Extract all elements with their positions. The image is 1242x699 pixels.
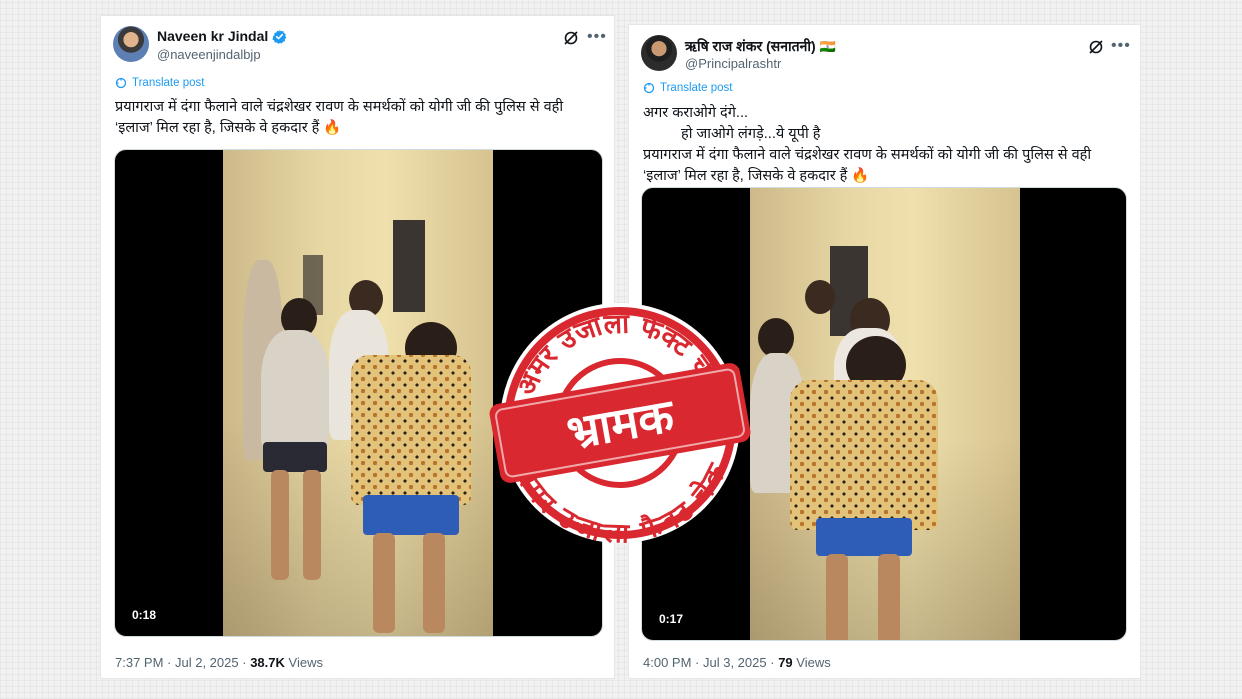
post-date[interactable]: Jul 3, 2025 <box>703 655 767 670</box>
name-row: Naveen kr Jindal <box>157 28 287 44</box>
views-label: Views <box>796 655 831 670</box>
avatar[interactable] <box>113 26 149 62</box>
post-time[interactable]: 7:37 PM <box>115 655 163 670</box>
translate-label: Translate post <box>660 82 733 94</box>
name-row: ऋषि राज शंकर (सनातनी) 🇮🇳 <box>685 37 836 56</box>
fact-check-stamp: अमर उजाला फैक्ट चेक अमर उजाला फैक्ट चेक … <box>485 298 755 548</box>
post-text-line: अगर कराओगे दंगे... <box>643 105 748 121</box>
video-duration: 0:18 <box>127 606 162 624</box>
translate-post-link[interactable]: Translate post <box>643 82 732 94</box>
translate-icon <box>115 77 127 89</box>
post-text-line: ‘इलाज’ मिल रहा है, जिसके वे हकदार हैं 🔥 <box>115 120 342 136</box>
post-text-line: हो जाओगे लंगड़े...ये यूपी है <box>681 126 821 142</box>
grok-icon[interactable] <box>1088 39 1104 55</box>
display-name[interactable]: Naveen kr Jindal <box>157 28 268 44</box>
video-duration: 0:17 <box>654 610 689 628</box>
video-thumbnail <box>750 188 1020 640</box>
translate-post-link[interactable]: Translate post <box>115 77 204 89</box>
more-options-icon[interactable]: ••• <box>587 28 607 46</box>
grok-icon[interactable] <box>563 30 579 46</box>
translate-label: Translate post <box>132 77 205 89</box>
fire-emoji-icon: 🔥 <box>851 168 870 184</box>
video-thumbnail <box>223 150 493 636</box>
post-text-line: ‘इलाज’ मिल रहा है, जिसके वे हकदार हैं 🔥 <box>643 168 870 184</box>
display-name[interactable]: ऋषि राज शंकर (सनातनी) <box>685 37 816 56</box>
post-text: प्रयागराज में दंगा फैलाने वाले चंद्रशेखर… <box>115 97 603 139</box>
post-date[interactable]: Jul 2, 2025 <box>175 655 239 670</box>
more-options-icon[interactable]: ••• <box>1111 37 1131 55</box>
post-meta: 7:37 PM · Jul 2, 2025 · 38.7K Views <box>115 655 323 670</box>
post-meta: 4:00 PM · Jul 3, 2025 · 79 Views <box>643 655 831 670</box>
views-label: Views <box>288 655 323 670</box>
translate-icon <box>643 82 655 94</box>
fire-emoji-icon: 🔥 <box>323 120 342 136</box>
views-count[interactable]: 38.7K <box>250 655 285 670</box>
post-text-line: प्रयागराज में दंगा फैलाने वाले चंद्रशेखर… <box>115 99 564 115</box>
india-flag-icon: 🇮🇳 <box>819 38 836 54</box>
post-time[interactable]: 4:00 PM <box>643 655 691 670</box>
stamp-graphic: अमर उजाला फैक्ट चेक अमर उजाला फैक्ट चेक … <box>489 303 751 548</box>
verified-badge-icon <box>272 29 287 44</box>
views-count[interactable]: 79 <box>778 655 792 670</box>
handle[interactable]: @Principalrashtr <box>685 56 781 71</box>
post-text: अगर कराओगे दंगे... हो जाओगे लंगड़े...ये … <box>643 103 1131 187</box>
handle[interactable]: @naveenjindalbjp <box>157 47 261 62</box>
avatar[interactable] <box>641 35 677 71</box>
post-text-line: प्रयागराज में दंगा फैलाने वाले चंद्रशेखर… <box>643 147 1092 163</box>
